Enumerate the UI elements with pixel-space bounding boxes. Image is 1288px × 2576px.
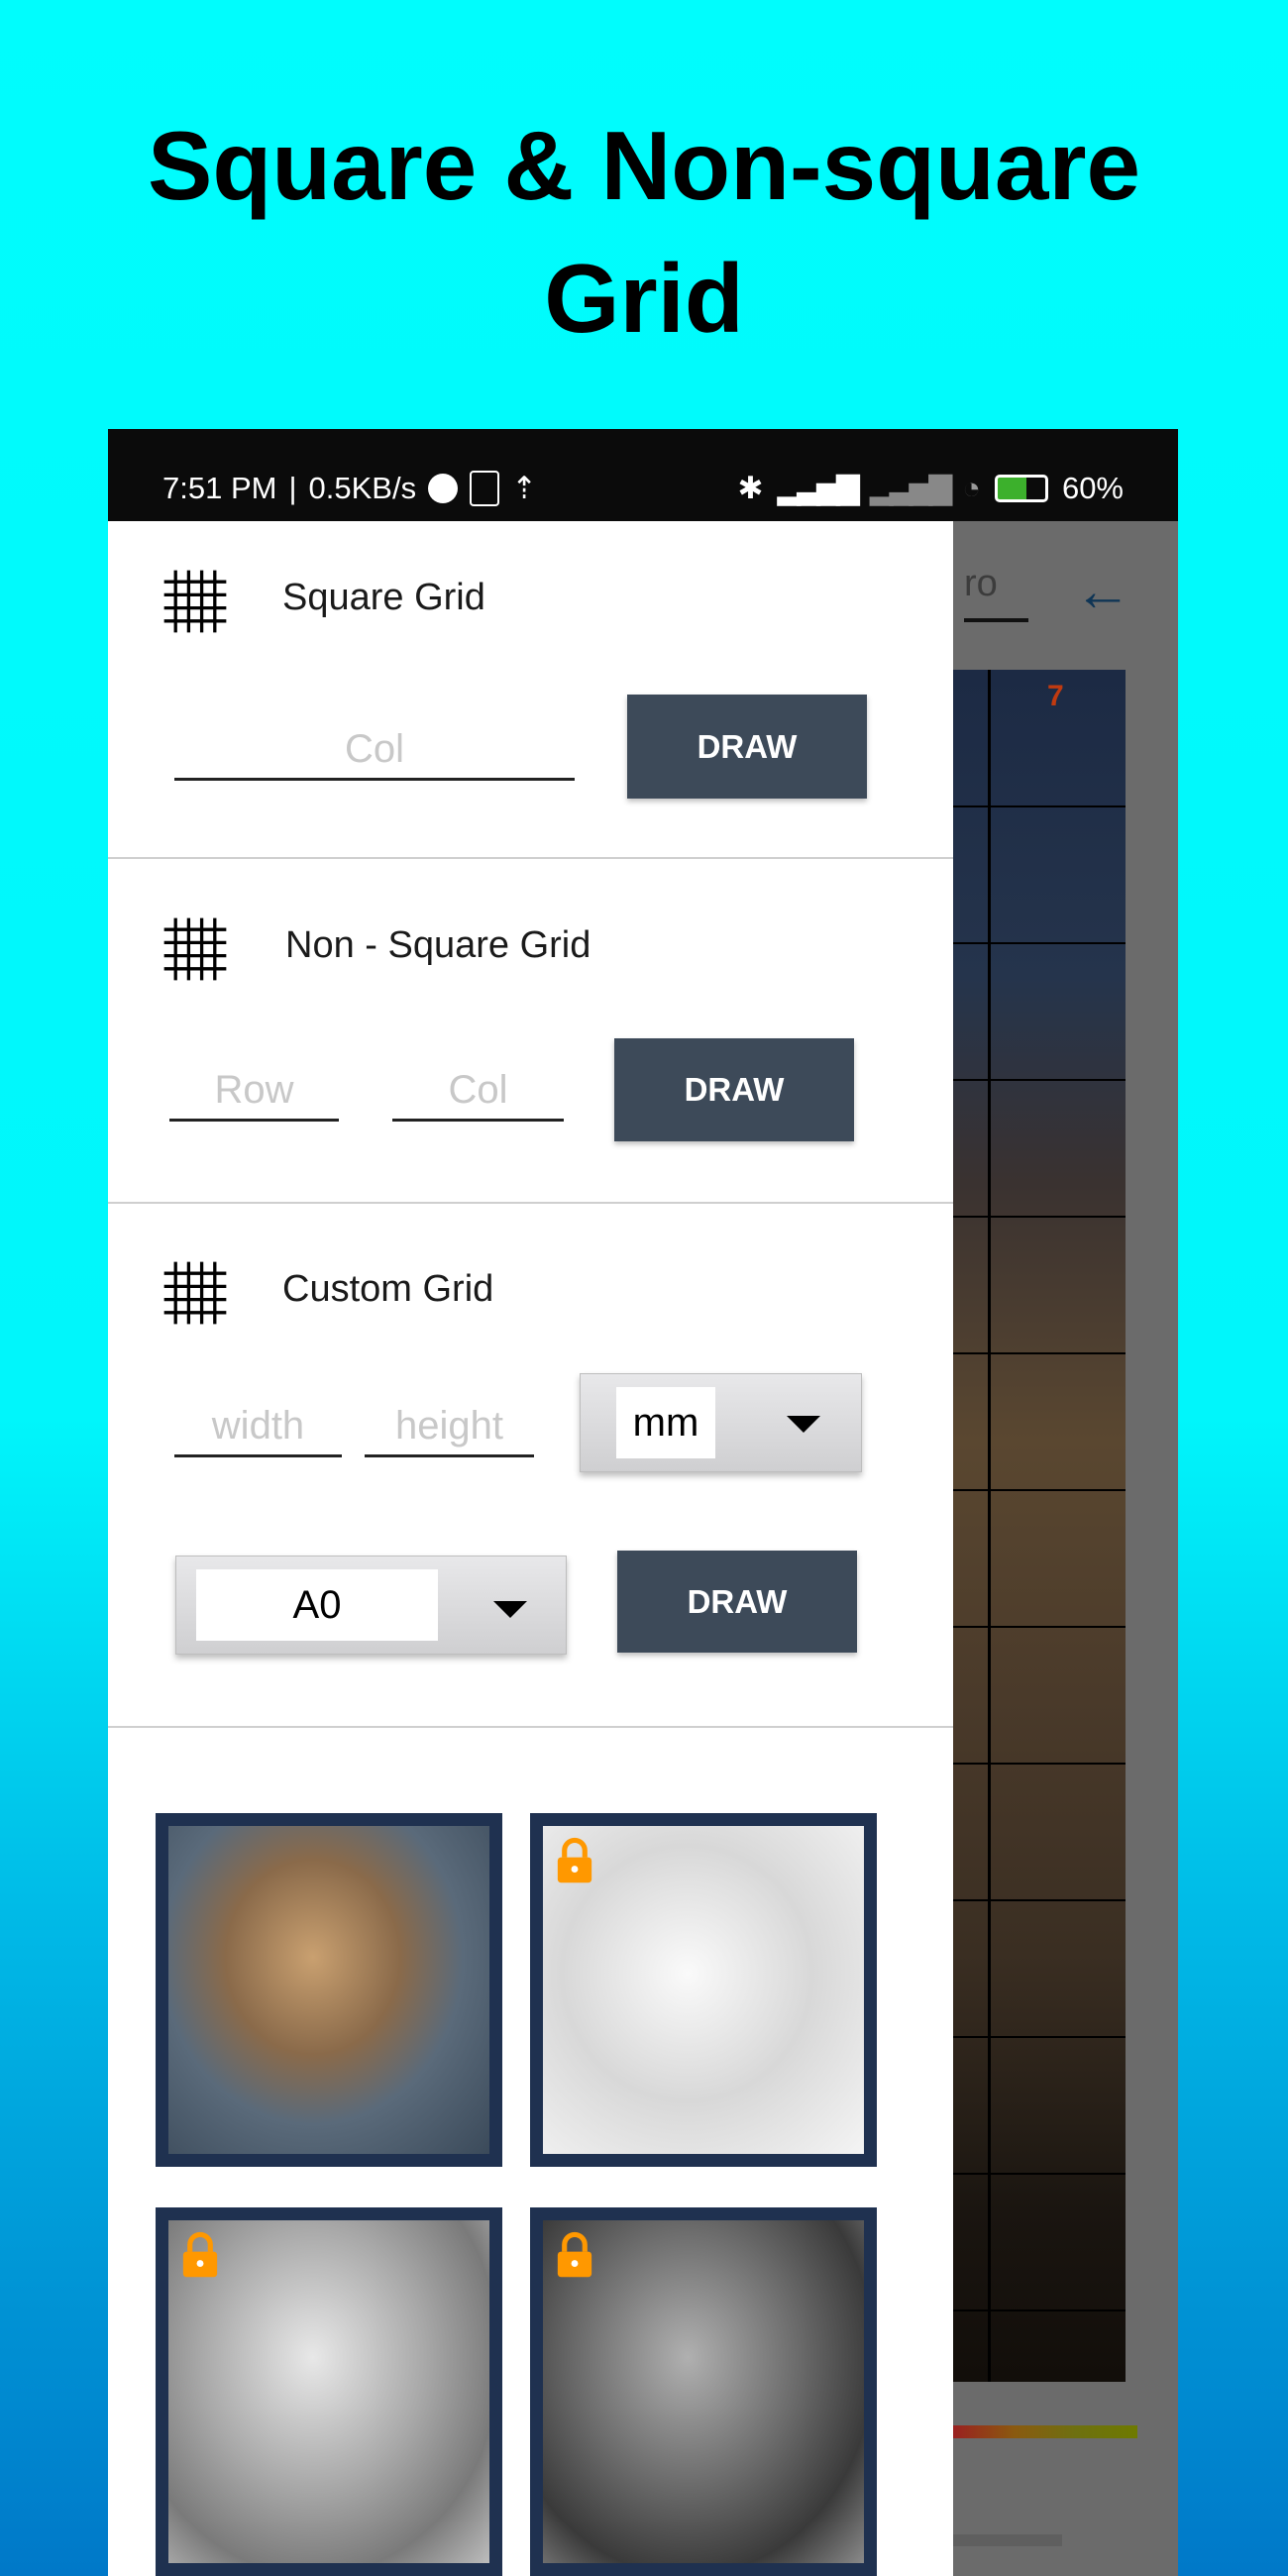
status-speed: 0.5KB/s — [308, 471, 417, 505]
dropdown-arrow-icon — [787, 1416, 820, 1433]
wifi-icon: ◔ — [962, 471, 981, 505]
headline-line-2: Grid — [544, 244, 744, 353]
arrow-left-icon: ← — [1074, 559, 1131, 623]
status-separator: | — [288, 471, 297, 505]
square-grid-title: Square Grid — [282, 577, 485, 618]
app-notification-icon — [428, 474, 459, 503]
non-square-draw-button[interactable]: DRAW — [614, 1038, 854, 1141]
custom-width-input[interactable]: width — [174, 1400, 342, 1457]
gridded-photo: 7 — [953, 670, 1126, 2382]
dropdown-arrow-icon — [493, 1601, 527, 1618]
square-col-input[interactable]: Col — [174, 723, 575, 781]
grid-line — [953, 1626, 1126, 1628]
filter-light-gray[interactable] — [156, 2207, 502, 2576]
filter-original[interactable] — [156, 1813, 502, 2167]
grid-line — [988, 670, 991, 2382]
grid-line — [953, 1763, 1126, 1765]
square-draw-button[interactable]: DRAW — [627, 695, 867, 799]
non-square-grid-title: Non - Square Grid — [285, 924, 591, 966]
grid-line — [953, 2036, 1126, 2038]
grid-line — [953, 942, 1126, 944]
status-bar: 7:51 PM | 0.5KB/s ⇡ ✱ ▂▃▅▇ ▂▃▅▇ ◔ 60% — [108, 429, 1178, 521]
lock-icon — [557, 2231, 592, 2278]
upload-icon: ⇡ — [511, 471, 538, 505]
square-grid-section: Square Grid Col DRAW — [108, 521, 953, 859]
custom-grid-section: Custom Grid width height mm A0 DRAW — [108, 1204, 953, 1728]
gray-bar — [953, 2534, 1062, 2546]
row-input-background: ro — [964, 563, 1028, 622]
non-square-col-input[interactable]: Col — [392, 1064, 564, 1122]
custom-draw-button[interactable]: DRAW — [617, 1551, 857, 1653]
non-square-row-input[interactable]: Row — [169, 1064, 339, 1122]
unit-dropdown[interactable]: mm — [580, 1373, 862, 1472]
lion-image-color — [168, 1826, 489, 2154]
grid-drawer: Square Grid Col DRAW Non - Square Grid R… — [108, 521, 953, 2576]
battery-percent: 60% — [1061, 471, 1124, 505]
headline-line-1: Square & Non-square — [148, 111, 1140, 220]
grid-line — [953, 1352, 1126, 1354]
bluetooth-icon: ✱ — [737, 471, 764, 505]
filter-sketch[interactable] — [530, 1813, 877, 2167]
grid-icon — [163, 570, 227, 633]
gridart-app-icon — [470, 471, 500, 506]
grid-number: 7 — [1047, 680, 1064, 712]
custom-grid-title: Custom Grid — [282, 1268, 494, 1310]
non-square-grid-section: Non - Square Grid Row Col DRAW — [108, 859, 953, 1204]
grid-line — [953, 2309, 1126, 2311]
paper-size-dropdown[interactable]: A0 — [175, 1556, 567, 1655]
status-time: 7:51 PM — [162, 471, 277, 505]
grid-line — [953, 805, 1126, 807]
custom-height-input[interactable]: height — [365, 1400, 534, 1457]
lock-icon — [182, 2231, 218, 2278]
signal-icon: ▂▃▅▇ — [869, 471, 952, 505]
paper-size-selected: A0 — [196, 1569, 438, 1641]
color-slider[interactable] — [953, 2425, 1137, 2438]
grid-icon — [163, 917, 227, 981]
battery-charging-icon — [994, 475, 1048, 502]
grid-line — [953, 1899, 1126, 1901]
phone-screen: 7:51 PM | 0.5KB/s ⇡ ✱ ▂▃▅▇ ▂▃▅▇ ◔ 60% ro… — [108, 429, 1178, 2576]
signal-icon: ▂▃▅▇ — [777, 471, 859, 505]
grid-line — [953, 1489, 1126, 1491]
filter-grayscale[interactable] — [530, 2207, 877, 2576]
grid-icon — [163, 1261, 227, 1325]
unit-selected: mm — [616, 1387, 715, 1458]
grid-line — [953, 1216, 1126, 1218]
lock-icon — [557, 1837, 592, 1883]
grid-line — [953, 2173, 1126, 2175]
grid-line — [953, 1079, 1126, 1081]
